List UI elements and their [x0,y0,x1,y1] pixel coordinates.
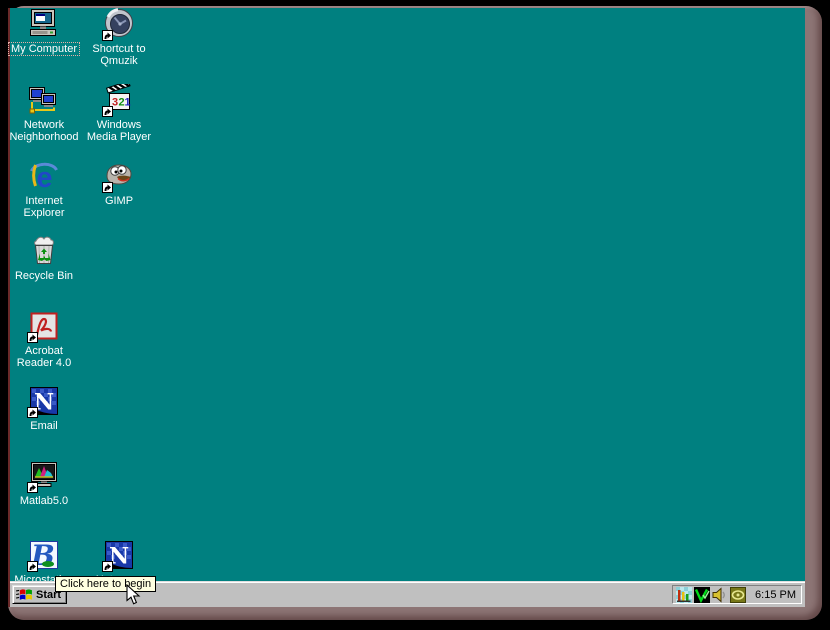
shortcut-arrow-badge [27,407,38,418]
desktop-icon-label: Recycle Bin [13,270,75,282]
desktop-icon-network-neighborhood[interactable]: Network Neighborhood [6,84,82,143]
microstation-b-icon: B [28,539,60,571]
desktop-icon-windows-media-player[interactable]: 3 2 1 Windows Media Player [81,84,157,143]
desktop-icon-email[interactable]: N Email [6,385,82,432]
media-player-clapper-icon: 3 2 1 [103,84,135,116]
desktop-icon-label: Email [28,420,60,432]
shortcut-arrow-badge [102,561,113,572]
network-neighborhood-icon [28,84,60,116]
netscape-n-icon: N [28,385,60,417]
desktop-icon-label: Network Neighborhood [6,119,82,143]
windows-logo-icon [16,588,33,601]
desktop-icon-qmuzik[interactable]: Shortcut to Qmuzik [81,8,157,67]
acrobat-reader-icon [28,310,60,342]
display-utility-icon[interactable] [730,587,746,603]
desktop-icon-matlab[interactable]: Matlab5.0 [6,460,82,507]
desktop-icon-acrobat-reader[interactable]: Acrobat Reader 4.0 [6,310,82,369]
desktop-icon-label: Shortcut to Qmuzik [81,43,157,67]
desktop-icon-gimp[interactable]: GIMP [81,160,157,207]
desktop-icon-label: Acrobat Reader 4.0 [6,345,82,369]
volume-speaker-icon[interactable] [712,587,728,603]
qmuzik-clock-icon [103,8,135,40]
desktop-icon-label: Internet Explorer [6,195,82,219]
vshield-antivirus-icon[interactable] [694,587,710,603]
shortcut-arrow-badge [102,106,113,117]
scheduler-meter-icon[interactable] [676,587,692,603]
desktop-icon-internet-explorer[interactable]: e Internet Explorer [6,160,82,219]
shortcut-arrow-badge [27,332,38,343]
shortcut-arrow-badge [102,182,113,193]
desktop[interactable]: My Computer Shortcut to Qmuzik [10,8,805,582]
my-computer-icon [28,8,60,40]
desktop-icon-label: GIMP [103,195,135,207]
screen: My Computer Shortcut to Qmuzik [8,8,805,607]
matlab-plot-icon [28,460,60,492]
system-tray: 6:15 PM [672,585,802,604]
desktop-icon-label: Matlab5.0 [18,495,70,507]
desktop-icon-my-computer[interactable]: My Computer [6,8,82,55]
desktop-icon-label: Windows Media Player [81,119,157,143]
mouse-cursor [126,584,143,607]
taskbar-clock[interactable]: 6:15 PM [755,589,796,601]
shortcut-arrow-badge [102,30,113,41]
recycle-bin-icon [28,235,60,267]
shortcut-arrow-badge [27,482,38,493]
desktop-icon-recycle-bin[interactable]: Recycle Bin [6,235,82,282]
gimp-wilber-icon [103,160,135,192]
desktop-icon-label: My Computer [9,43,79,55]
internet-explorer-icon: e [28,160,60,192]
shortcut-arrow-badge [27,561,38,572]
netscape-n-icon: N [103,539,135,571]
svg-text:1: 1 [125,97,131,109]
